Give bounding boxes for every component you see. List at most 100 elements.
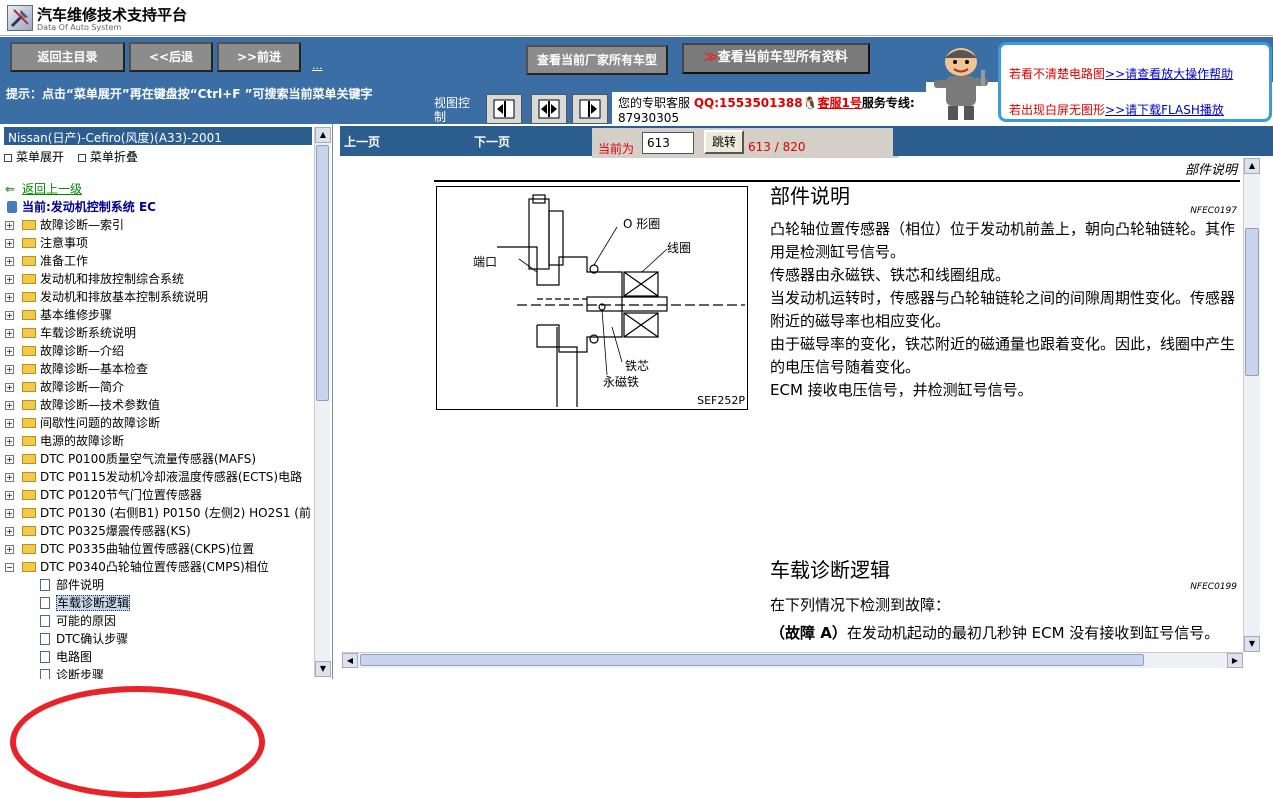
service-qq[interactable]: QQ:1553501388 [694,96,803,110]
doc-vertical-scrollbar[interactable]: ▲ ▼ [1243,158,1260,652]
scroll-up-icon[interactable]: ▲ [315,127,331,143]
scroll-right-icon[interactable]: ▶ [1227,653,1243,668]
tree-folder[interactable]: + 故障诊断—基本检查 [4,360,312,378]
expand-icon[interactable]: + [5,527,14,536]
expand-icon[interactable]: + [5,293,14,302]
folder-icon [22,364,36,374]
help-box: 若看不清楚电路图>>请查看放大操作帮助 若出现白屏无图形>>请下载FLASH播放 [998,42,1272,122]
expand-icon[interactable]: + [5,455,14,464]
page-nav-bar: 上一页 下一页 当前为 跳转 613 / 820 [340,126,899,158]
tree-folder[interactable]: + 基本维修步骤 [4,306,312,324]
page-number-input[interactable] [642,132,694,154]
jump-button[interactable]: 跳转 [704,130,744,154]
tree-folder-label: 发动机和排放控制综合系统 [40,272,185,286]
folder-icon [22,490,36,500]
book-icon [7,201,17,213]
tree-leaf[interactable]: 电路图 [4,648,312,666]
scroll-down-icon[interactable]: ▼ [315,661,331,677]
menu-collapse-label: 菜单折叠 [89,150,138,164]
folder-icon [22,328,36,338]
tree-folder[interactable]: + 发动机和排放基本控制系统说明 [4,288,312,306]
tree-folder[interactable]: + DTC P0130 (右侧B1) P0150 (左侧2) HO2S1 (前) [4,504,312,522]
view-split-button[interactable] [531,94,567,124]
view-left-pane-button[interactable] [486,94,522,124]
tree-folder[interactable]: + DTC P0115发动机冷却液温度传感器(ECTS)电路 [4,468,312,486]
view-right-pane-button[interactable] [572,94,608,124]
tree-folder[interactable]: + 注意事项 [4,234,312,252]
scroll-left-icon[interactable]: ◀ [342,653,358,668]
tree-leaf[interactable]: 部件说明 [4,576,312,594]
tree-leaf-label: 电路图 [56,650,93,664]
left-scrollbar[interactable]: ▲ ▼ [314,127,331,677]
service-kf-link[interactable]: 客服1号 [818,96,862,110]
doc-hscroll-thumb[interactable] [360,654,1144,666]
expand-icon[interactable]: + [5,401,14,410]
home-button[interactable]: 返回主目录 [10,42,125,72]
expand-icon[interactable]: + [5,365,14,374]
tree-folder[interactable]: + DTC P0335曲轴位置传感器(CKPS)位置 [4,540,312,558]
tree-leaf[interactable]: DTC确认步骤 [4,630,312,648]
help-zoom-link[interactable]: >>请查看放大操作帮助 [1105,67,1233,81]
tree-folder[interactable]: − DTC P0340凸轮轴位置传感器(CMPS)相位 [4,558,312,576]
nav-extra-link[interactable]: ... [312,59,323,72]
tree-folder-label: 间歇性问题的故障诊断 [40,416,161,430]
expand-icon[interactable]: + [5,383,14,392]
tree-folder[interactable]: + 故障诊断—索引 [4,216,312,234]
tree-folder-label: 故障诊断—索引 [40,218,125,232]
tree-folder[interactable]: + 发动机和排放控制综合系统 [4,270,312,288]
folder-icon [22,454,36,464]
back-up-link[interactable]: ⇐ 返回上一级 [4,180,312,198]
tree-folder[interactable]: + DTC P0325爆震传感器(KS) [4,522,312,540]
expand-icon[interactable]: + [5,275,14,284]
expand-icon[interactable]: + [5,239,14,248]
tree-folder[interactable]: + 间歇性问题的故障诊断 [4,414,312,432]
tree-folder[interactable]: + DTC P0120节气门位置传感器 [4,486,312,504]
prev-page-link[interactable]: 上一页 [344,133,380,150]
figure-label-oring: O 形圈 [623,217,661,231]
tree-folder[interactable]: + 准备工作 [4,252,312,270]
expand-icon[interactable]: + [5,329,14,338]
menu-tree: ⇐ 返回上一级 当前:发动机控制系统 EC + 故障诊断—索引 + 注意事项 + 准备工作 +… [4,180,312,679]
tree-folder-label: DTC P0120节气门位置传感器 [40,488,202,502]
doc-scroll-thumb[interactable] [1245,228,1259,376]
figure-label-coil: 线圈 [667,241,692,255]
expand-icon[interactable]: + [5,347,14,356]
expand-icon[interactable]: + [5,473,14,482]
tree-folder[interactable]: + 车载诊断系统说明 [4,324,312,342]
scroll-down-icon[interactable]: ▼ [1244,636,1260,652]
all-data-button[interactable]: ≫查看当前车型所有资料 [682,43,870,74]
tree-leaf[interactable]: 车载诊断逻辑 [4,594,312,612]
tree-folder-label: 注意事项 [40,236,89,250]
tree-folder[interactable]: + 电源的故障诊断 [4,432,312,450]
tree-folder[interactable]: + 故障诊断—技术参数值 [4,396,312,414]
back-button[interactable]: <<后退 [129,42,213,72]
tree-folder[interactable]: + DTC P0100质量空气流量传感器(MAFS) [4,450,312,468]
expand-icon[interactable]: + [5,545,14,554]
expand-icon[interactable]: + [5,509,14,518]
back-arrow-icon: ⇐ [5,182,16,196]
left-scroll-thumb[interactable] [316,145,329,401]
help-flash-link[interactable]: >>请下载FLASH播放 [1105,103,1224,117]
expand-icon[interactable]: + [5,221,14,230]
folder-icon [22,544,36,554]
tree-leaf-label: 车载诊断逻辑 [56,595,131,611]
tree-folder[interactable]: + 故障诊断—介绍 [4,342,312,360]
scroll-up-icon[interactable]: ▲ [1244,158,1260,174]
forward-button[interactable]: >>前进 [217,42,301,72]
expand-icon[interactable]: + [5,311,14,320]
menu-collapse[interactable]: 菜单折叠 [77,150,138,164]
expand-square-icon [4,153,12,162]
tree-folder[interactable]: + 故障诊断—简介 [4,378,312,396]
document-icon [40,669,50,679]
next-page-link[interactable]: 下一页 [474,133,510,150]
collapse-icon[interactable]: − [5,563,14,572]
expand-icon[interactable]: + [5,257,14,266]
expand-icon[interactable]: + [5,491,14,500]
expand-icon[interactable]: + [5,437,14,446]
doc-horizontal-scrollbar[interactable]: ◀ ▶ [342,652,1243,668]
expand-icon[interactable]: + [5,419,14,428]
tree-leaf[interactable]: 诊断步骤 [4,666,312,679]
menu-expand[interactable]: 菜单展开 [4,150,64,164]
tree-leaf[interactable]: 可能的原因 [4,612,312,630]
all-models-button[interactable]: 查看当前厂家所有车型 [526,45,668,75]
